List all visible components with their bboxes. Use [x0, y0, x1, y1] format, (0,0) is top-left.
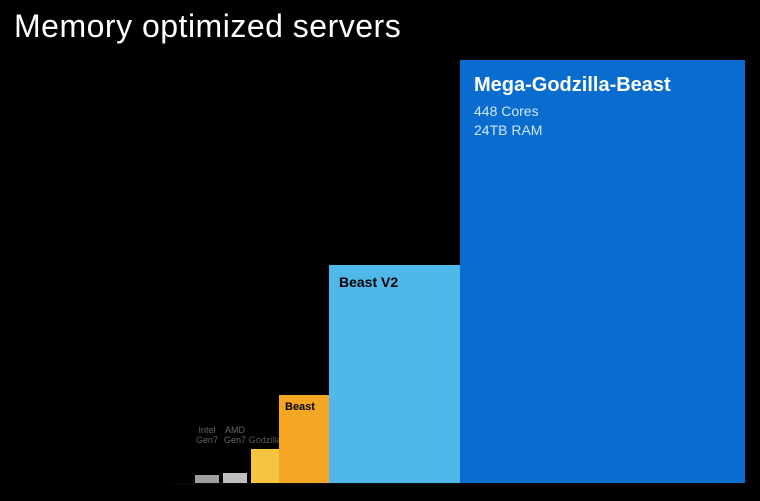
mgb-ram: 24TB RAM — [474, 122, 542, 138]
bar-label-mgb: Mega-Godzilla-Beast — [474, 74, 731, 96]
chart-baseline — [170, 483, 745, 484]
bar-label-godzilla: Godzilla — [248, 436, 282, 445]
bar-mega-godzilla-beast: Mega-Godzilla-Beast 448 Cores 24TB RAM — [460, 60, 745, 483]
bar-godzilla — [251, 449, 279, 483]
label-text: Godzilla — [249, 435, 282, 445]
label-text: Gen7 — [224, 435, 246, 445]
page-title: Memory optimized servers — [14, 8, 401, 45]
mgb-cores: 448 Cores — [474, 103, 539, 119]
label-text: Gen7 — [196, 435, 218, 445]
bar-beast: Beast — [279, 395, 329, 483]
bar-beast-v2: Beast V2 — [329, 265, 460, 483]
bar-label-amd-gen7: AMD Gen7 — [218, 426, 252, 445]
bar-label-beast-v2: Beast V2 — [339, 275, 450, 290]
chart-stage: Memory optimized servers Intel Gen7 AMD … — [0, 0, 760, 501]
bar-intel-gen7 — [195, 475, 219, 483]
bar-amd-gen7 — [223, 473, 247, 483]
bar-label-beast: Beast — [285, 401, 323, 413]
bar-sub-mgb: 448 Cores 24TB RAM — [474, 102, 731, 140]
